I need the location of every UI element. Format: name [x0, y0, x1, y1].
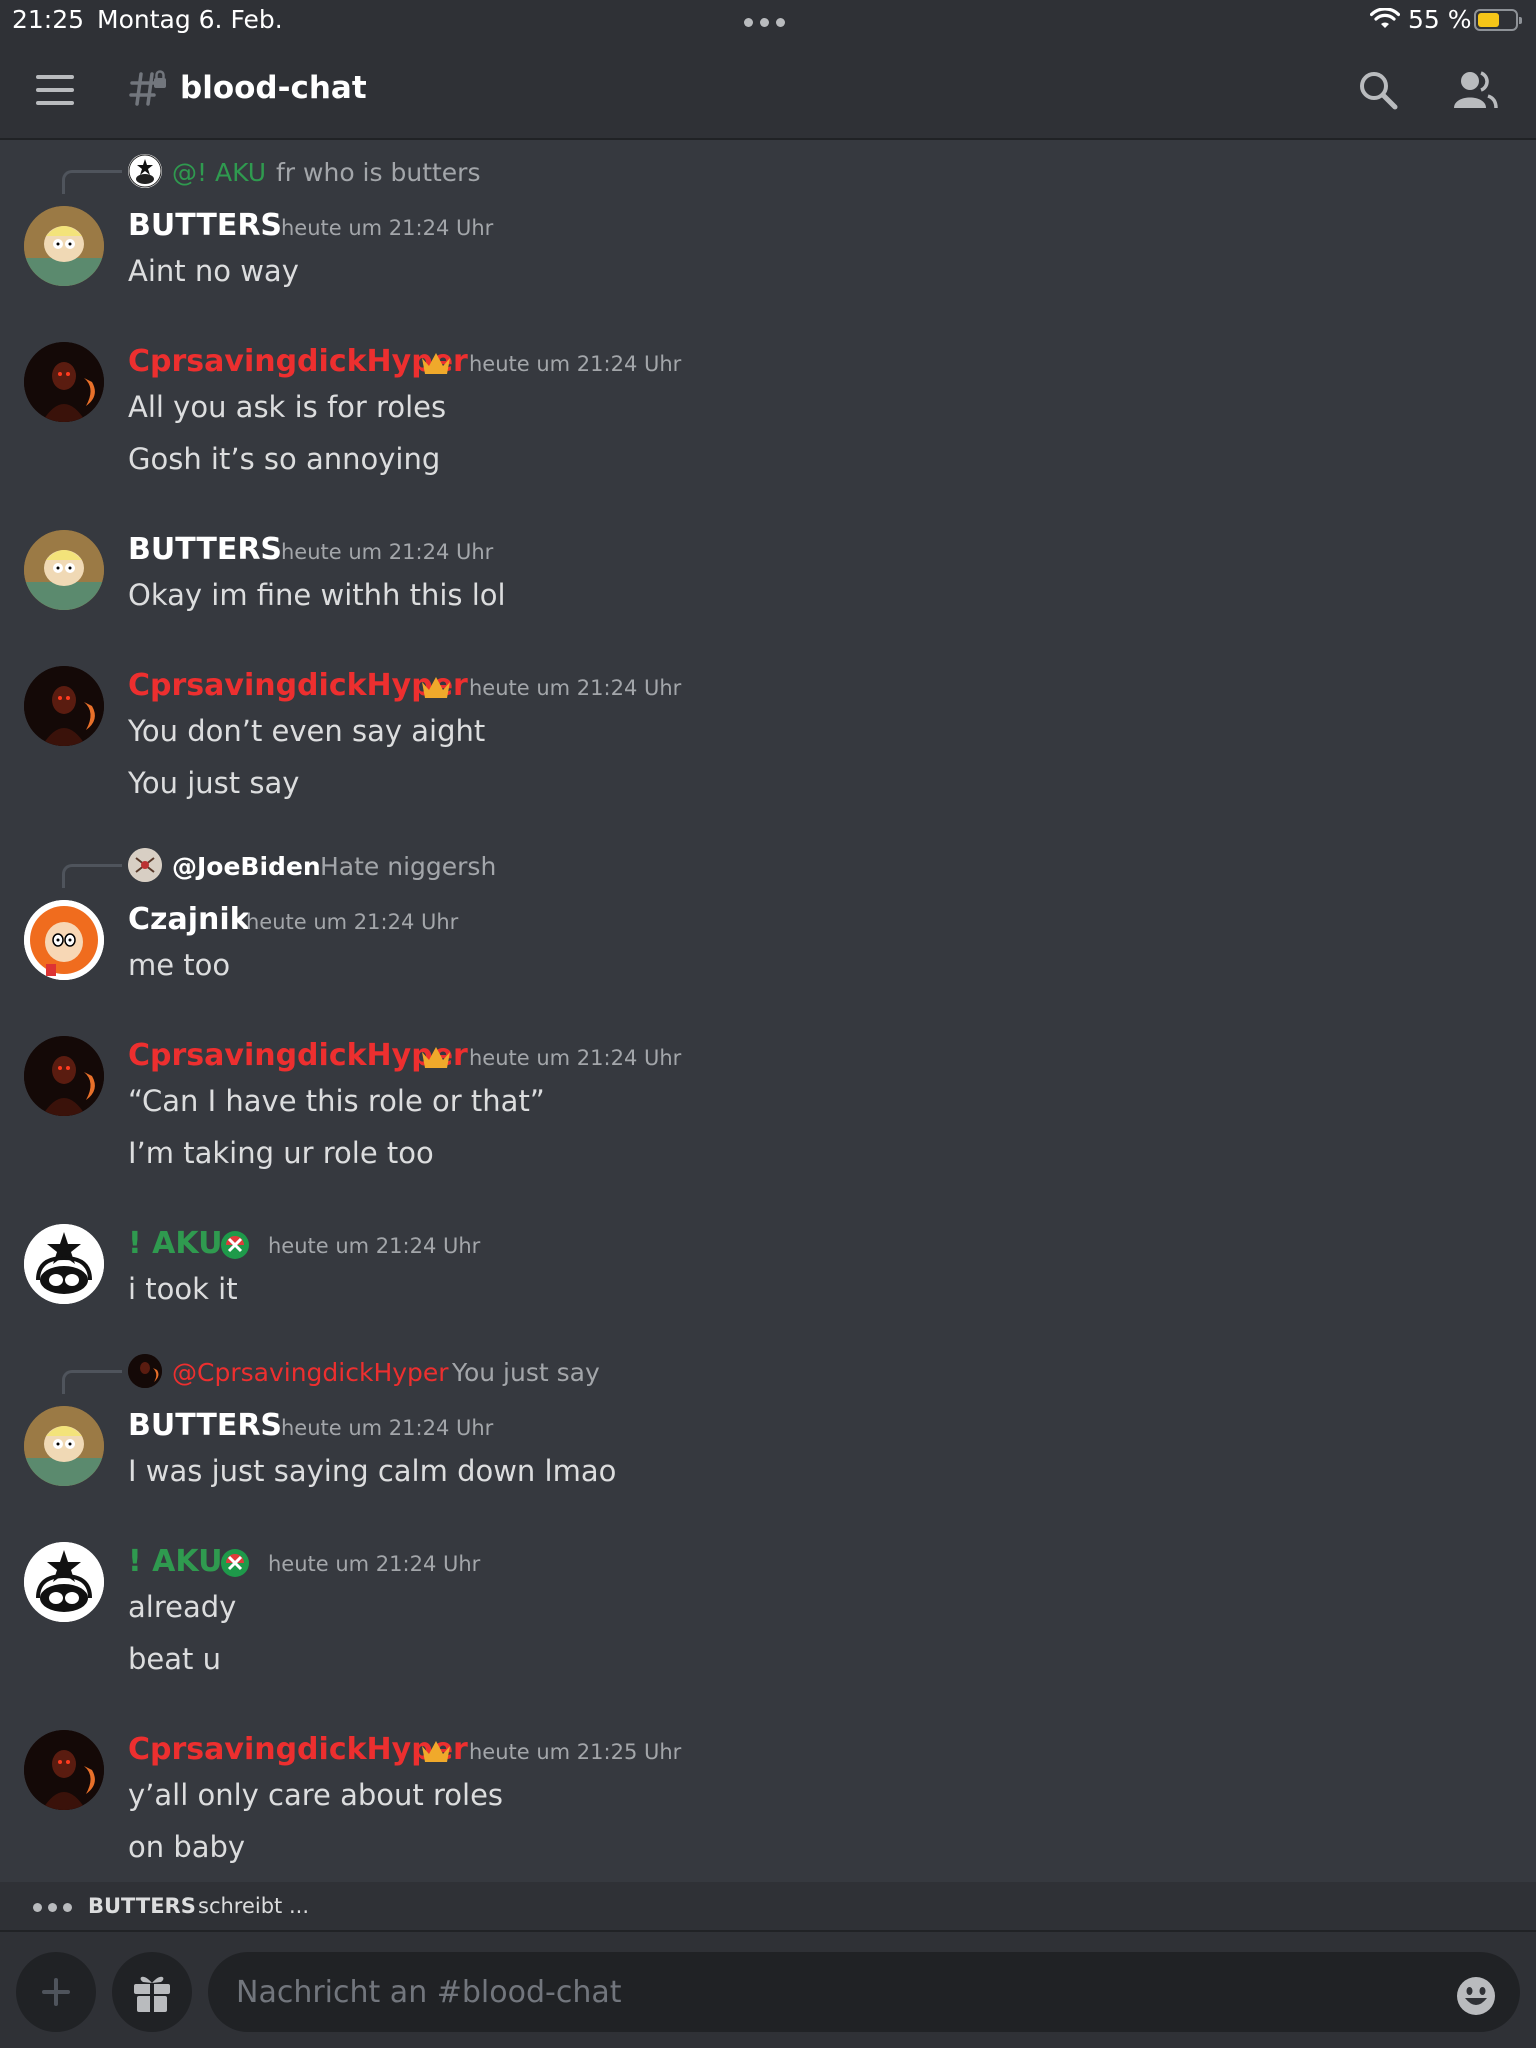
reply-author[interactable]: @JoeBiden	[172, 852, 321, 881]
message-list[interactable]: @! AKU fr who is butters BUTTERS heute u…	[0, 142, 1536, 1882]
message-text: I was just saying calm down lmao	[128, 1454, 617, 1488]
search-icon[interactable]	[1357, 69, 1399, 111]
message-text: Gosh it’s so annoying	[128, 442, 441, 476]
gift-icon	[134, 1976, 170, 2012]
message-text: y’all only care about roles	[128, 1778, 504, 1812]
locked-channel-icon	[129, 70, 166, 106]
reply-author[interactable]: @! AKU	[172, 158, 266, 187]
message-author[interactable]: CprsavingdickHyper	[128, 344, 468, 379]
message-timestamp: heute um 21:24 Uhr	[281, 216, 494, 240]
message-author[interactable]: BUTTERS	[128, 1408, 282, 1443]
avatar[interactable]	[24, 666, 104, 746]
members-icon[interactable]	[1452, 68, 1498, 110]
message-author[interactable]: CprsavingdickHyper	[128, 668, 468, 703]
message-timestamp: heute um 21:24 Uhr	[268, 1234, 481, 1258]
message-text: Aint no way	[128, 254, 299, 288]
message-author[interactable]: ! AKU	[128, 1226, 222, 1261]
reply-avatar[interactable]	[128, 154, 162, 188]
status-date: Montag 6. Feb.	[97, 5, 283, 34]
message-author[interactable]: CprsavingdickHyper	[128, 1732, 468, 1767]
plus-icon	[42, 1978, 70, 2006]
crown-icon	[422, 1741, 450, 1762]
message-text: I’m taking ur role too	[128, 1136, 434, 1170]
message-author[interactable]: BUTTERS	[128, 532, 282, 567]
role-badge-icon	[221, 1231, 249, 1259]
reply-preview[interactable]: You just say	[452, 1358, 600, 1387]
crown-icon	[422, 677, 450, 698]
channel-header: blood-chat	[0, 40, 1536, 140]
message-text: i took it	[128, 1272, 238, 1306]
reply-avatar[interactable]	[128, 1354, 162, 1388]
message-timestamp: heute um 21:24 Uhr	[281, 1416, 494, 1440]
avatar[interactable]	[24, 1406, 104, 1486]
message-text: on baby	[128, 1830, 246, 1864]
reply-preview[interactable]: Hate niggersh	[320, 852, 496, 881]
crown-icon	[422, 353, 450, 374]
message-timestamp: heute um 21:25 Uhr	[469, 1740, 682, 1764]
message-author[interactable]: Czajnik	[128, 902, 250, 937]
avatar[interactable]	[24, 900, 104, 980]
channel-name: blood-chat	[180, 70, 367, 106]
typing-text: schreibt ...	[198, 1894, 309, 1918]
role-badge-icon	[221, 1549, 249, 1577]
message-text: You just say	[128, 766, 300, 800]
message-composer	[0, 1930, 1536, 2048]
message-timestamp: heute um 21:24 Uhr	[281, 540, 494, 564]
multitasking-dots-icon[interactable]	[744, 18, 785, 27]
message-timestamp: heute um 21:24 Uhr	[469, 1046, 682, 1070]
avatar[interactable]	[24, 1036, 104, 1116]
crown-icon	[422, 1047, 450, 1068]
message-text: “Can I have this role or that”	[128, 1084, 545, 1118]
message-text: already	[128, 1590, 237, 1624]
avatar[interactable]	[24, 530, 104, 610]
message-author[interactable]: BUTTERS	[128, 208, 282, 243]
message-text: All you ask is for roles	[128, 390, 447, 424]
message-timestamp: heute um 21:24 Uhr	[246, 910, 459, 934]
reply-avatar[interactable]	[128, 848, 162, 882]
message-text: me too	[128, 948, 231, 982]
typing-dots-icon	[33, 1903, 72, 1912]
attach-button[interactable]	[16, 1952, 96, 2032]
menu-icon[interactable]	[36, 75, 74, 105]
message-author[interactable]: ! AKU	[128, 1544, 222, 1579]
typing-user: BUTTERS	[88, 1894, 196, 1918]
message-text: beat u	[128, 1642, 221, 1676]
status-bar: 21:25 Montag 6. Feb. 55 %	[0, 0, 1536, 40]
avatar[interactable]	[24, 342, 104, 422]
avatar[interactable]	[24, 1224, 104, 1304]
message-text: You don’t even say aight	[128, 714, 486, 748]
avatar[interactable]	[24, 1730, 104, 1810]
emoji-icon[interactable]	[1456, 1976, 1496, 2016]
message-timestamp: heute um 21:24 Uhr	[469, 352, 682, 376]
message-text: Okay im fine withh this lol	[128, 578, 506, 612]
gift-button[interactable]	[112, 1952, 192, 2032]
battery-percentage: 55 %	[1408, 5, 1472, 34]
status-time: 21:25	[12, 5, 85, 34]
wifi-icon	[1370, 8, 1400, 28]
avatar[interactable]	[24, 1542, 104, 1622]
reply-author[interactable]: @CprsavingdickHyper	[172, 1358, 449, 1387]
message-timestamp: heute um 21:24 Uhr	[268, 1552, 481, 1576]
typing-indicator: BUTTERS schreibt ...	[0, 1882, 1536, 1930]
message-input[interactable]	[208, 1952, 1520, 2032]
reply-preview[interactable]: fr who is butters	[276, 158, 480, 187]
message-timestamp: heute um 21:24 Uhr	[469, 676, 682, 700]
battery-icon	[1474, 9, 1522, 31]
avatar[interactable]	[24, 206, 104, 286]
message-author[interactable]: CprsavingdickHyper	[128, 1038, 468, 1073]
